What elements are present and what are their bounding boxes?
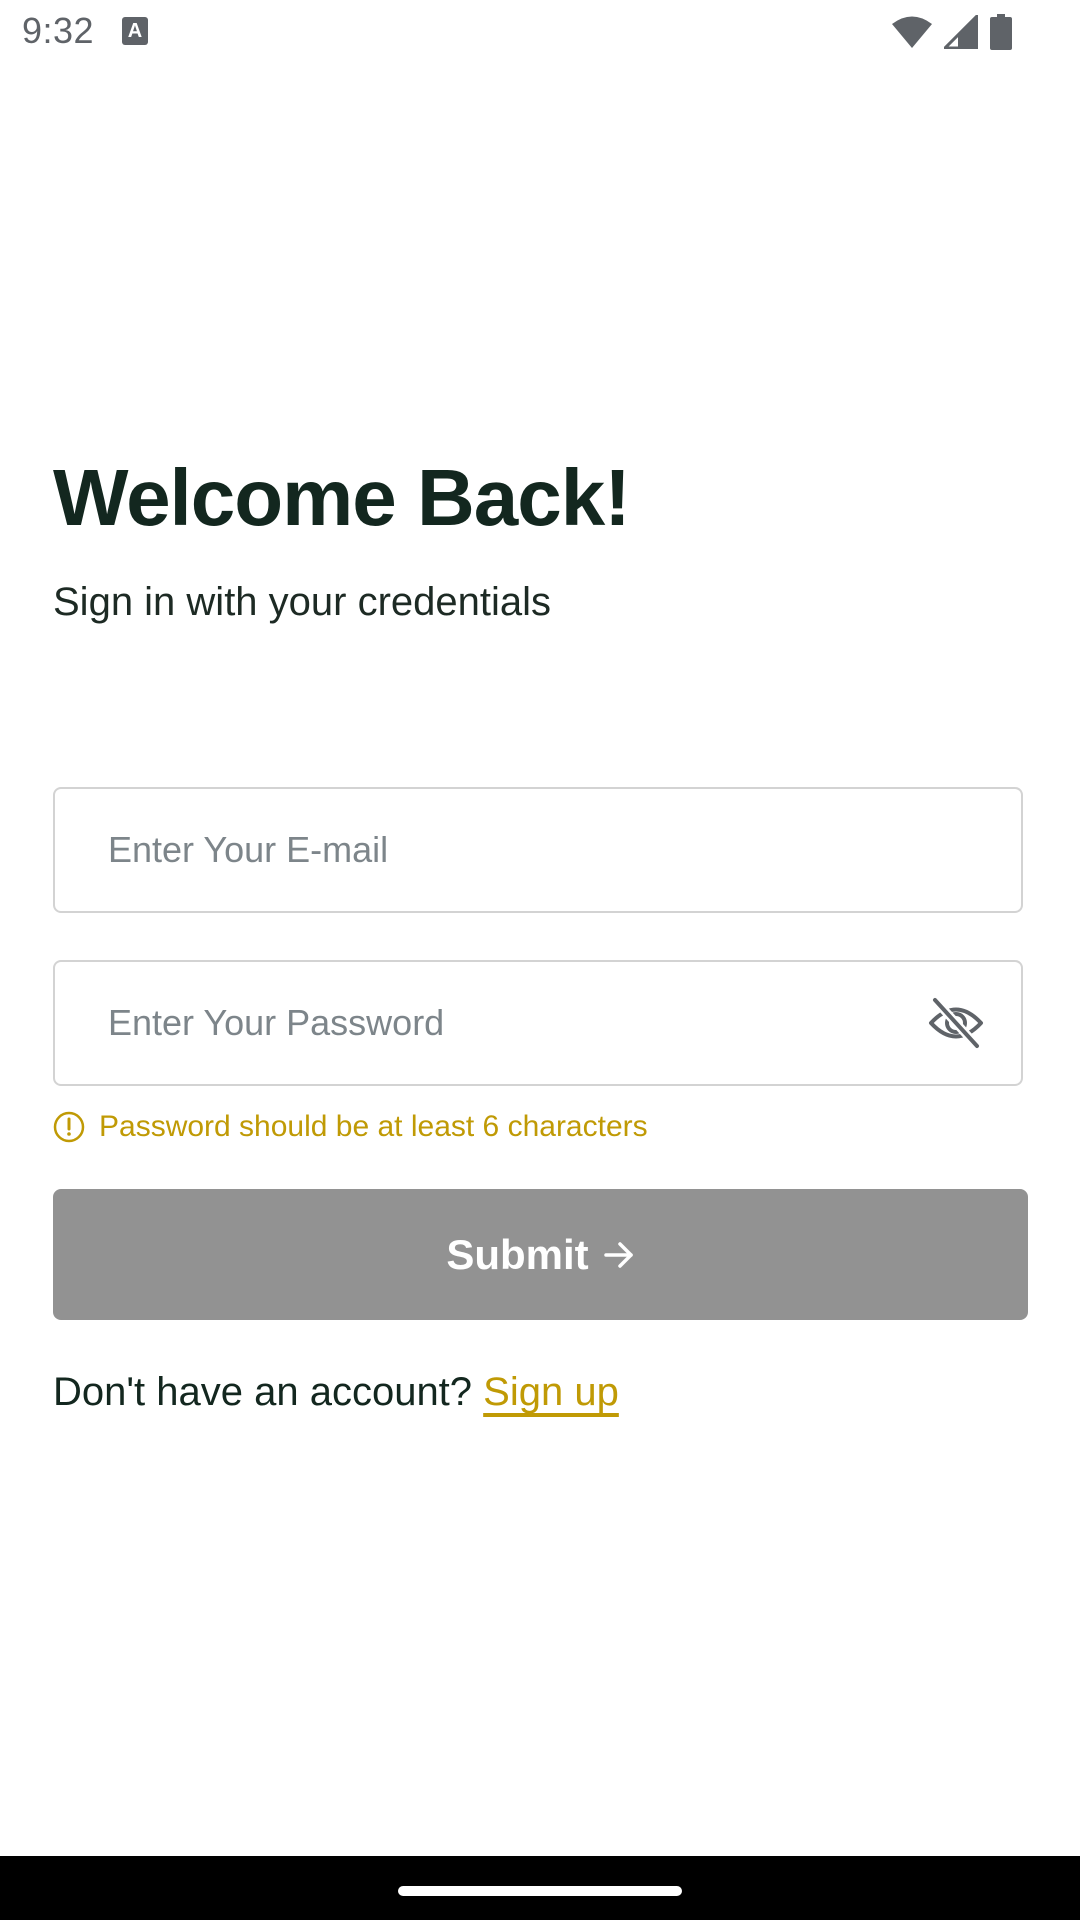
page-subtitle: Sign in with your credentials	[53, 580, 552, 624]
battery-icon	[990, 14, 1012, 50]
email-input[interactable]	[108, 789, 908, 911]
wifi-icon	[892, 16, 932, 48]
password-error: Password should be at least 6 characters	[53, 1107, 648, 1147]
login-screen: 9:32 A Welcome Back! Sign in with your c…	[0, 0, 1080, 1920]
cellular-signal-icon	[944, 15, 978, 49]
home-gesture-handle[interactable]	[398, 1886, 682, 1896]
password-error-text: Password should be at least 6 characters	[99, 1110, 648, 1143]
status-time: 9:32	[22, 10, 95, 51]
alert-circle-icon	[53, 1111, 85, 1143]
signup-link[interactable]: Sign up	[483, 1370, 619, 1414]
status-bar: 9:32 A	[0, 0, 1080, 64]
signup-prompt: Don't have an account?	[53, 1370, 473, 1414]
submit-button[interactable]: Submit	[53, 1189, 1028, 1320]
navigation-bar	[0, 1856, 1080, 1920]
password-input[interactable]	[108, 962, 908, 1084]
eye-off-icon[interactable]	[927, 996, 985, 1050]
signup-row: Don't have an account? Sign up	[53, 1366, 619, 1418]
status-icons	[892, 12, 1012, 52]
password-field[interactable]	[53, 960, 1023, 1086]
arrow-right-icon	[603, 1241, 633, 1268]
page-title: Welcome Back!	[53, 453, 631, 542]
email-field[interactable]	[53, 787, 1023, 913]
submit-label: Submit	[446, 1230, 589, 1278]
keyboard-a-icon: A	[122, 17, 148, 45]
